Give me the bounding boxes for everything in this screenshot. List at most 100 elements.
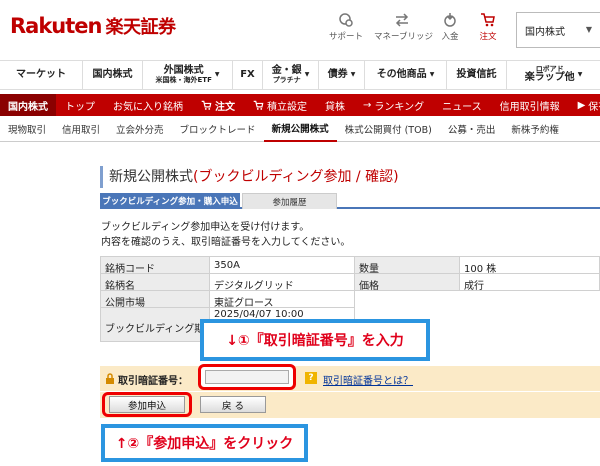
sub-nav-off-auction[interactable]: 立会外分売 [108,117,172,142]
red-nav-order[interactable]: 注文 [192,94,244,116]
main-nav-sublabel: プラチナ [272,75,301,84]
sub-nav-public-offering[interactable]: 公募・売出 [440,117,504,142]
callout-step1: ↓①『取引暗証番号』を入力 [200,319,430,361]
label-bookbuilding-period: ブックビルディング期間 [100,307,210,342]
rakuten-logo[interactable]: Rakuten 楽天証券 [10,13,176,39]
main-nav-bonds[interactable]: 債券 ▼ [319,61,365,89]
value-name: デジタルグリッド [209,273,355,291]
main-nav-foreign-stock[interactable]: 外国株式 米国株・海外ETF ▼ [143,61,233,89]
pin-input-highlight [198,364,296,390]
arrow-right-icon: → [363,99,372,111]
red-nav-ranking-label: ランキング [374,101,425,113]
cart-icon [201,100,212,110]
page-title-main: 新規公開株式 [109,169,193,185]
main-nav-gold[interactable]: 金・銀 プラチナ ▼ [263,61,319,89]
site-header: Rakuten 楽天証券 サポート マネーブリッジ 入金 注文 国内株式 ▼ [0,0,600,58]
red-nav-lending[interactable]: 貸株 [316,94,354,116]
main-nav-mutual-funds[interactable]: 投資信託 [447,61,507,89]
label-quantity: 数量 [354,256,460,274]
main-nav-label: 外国株式 [163,65,204,77]
ipo-tabs: ブックビルディング参加・購入申込 参加履歴 [100,193,600,209]
label-price: 価格 [354,273,460,291]
page-title: 新規公開株式(ブックビルディング参加 / 確認) [100,166,399,188]
submit-button[interactable]: 参加申込 [109,396,185,413]
main-nav-label: 国内株式 [92,68,133,80]
main-nav-label: 楽ラップ他 [524,72,575,84]
logo-text-ja: 楽天証券 [105,17,177,38]
money-bridge-icon [395,13,409,27]
main-nav-roboad[interactable]: ロボアド 楽ラップ他 ▼ [507,61,600,89]
sub-nav-cash[interactable]: 現物取引 [0,117,54,142]
main-nav-market[interactable]: マーケット [0,61,83,89]
tab-bookbuilding-apply[interactable]: ブックビルディング参加・購入申込 [100,193,240,209]
instruction-line-1: ブックビルディング参加申込を受け付けます。 [101,222,310,233]
sub-nav-tob[interactable]: 株式公開買付 (TOB) [337,117,440,142]
red-nav-domestic-stock[interactable]: 国内株式 [0,94,56,116]
logo-text-en: Rakuten [10,14,102,38]
value-code: 350A [209,256,355,274]
dropdown-arrow-icon: ▼ [429,70,435,78]
main-nav-domestic-stock[interactable]: 国内株式 [83,61,143,89]
submit-button-highlight: 参加申込 [102,392,192,417]
support-icon [339,13,353,27]
pin-help-link[interactable]: 取引暗証番号とは？ [323,372,413,387]
dropdown-arrow-icon: ▼ [577,70,583,78]
pin-row: 取引暗証番号： ? 取引暗証番号とは？ [100,364,600,391]
sub-nav-warrants[interactable]: 新株予約権 [503,117,567,142]
market-select[interactable]: 国内株式 ▼ [516,12,600,48]
instruction-line-2: 内容を確認のうえ、取引暗証番号を入力してください。 [101,237,351,248]
back-button[interactable]: 戻 る [200,396,266,413]
support-label: サポート [328,32,363,42]
main-nav-label: FX [240,68,255,80]
support-link[interactable]: サポート [318,12,374,42]
order-link[interactable]: 注文 [460,12,516,42]
instruction-message: ブックビルディング参加申込を受け付けます。 内容を確認のうえ、取引暗証番号を入力… [101,220,350,250]
main-nav-label: 債券 [327,68,348,80]
label-name: 銘柄名 [100,273,210,291]
main-nav-sublabel: 米国株・海外ETF [155,75,212,84]
tab-history[interactable]: 参加履歴 [242,193,337,209]
sub-nav-block-trade[interactable]: ブロックトレード [172,117,264,142]
red-nav-ranking[interactable]: → ランキング [354,94,433,116]
order-label: 注文 [479,32,497,42]
dropdown-arrow-icon: ▼ [304,70,310,78]
red-nav-holdings-label: 保有商 [588,101,600,113]
button-row: 参加申込 戻 る [100,392,600,418]
label-code: 銘柄コード [100,256,210,274]
value-quantity: 100 株 [459,256,600,274]
main-nav-label: 投資信託 [456,68,497,80]
cart-icon [481,13,495,27]
main-nav: マーケット 国内株式 外国株式 米国株・海外ETF ▼ FX 金・銀 プラチナ ▼ … [0,60,600,90]
sub-nav-margin[interactable]: 信用取引 [54,117,108,142]
chevron-down-icon: ▼ [585,25,592,34]
pin-input[interactable] [205,370,289,384]
deposit-icon [444,13,456,27]
red-nav-top[interactable]: トップ [56,94,104,116]
lock-icon [106,373,114,384]
value-market: 東証グロース [209,290,355,308]
main-nav-label: 金・銀 [271,65,302,77]
main-nav-label: その他商品 [376,68,427,80]
trade-type-nav: 現物取引 信用取引 立会外分売 ブロックトレード 新規公開株式 株式公開買付 (… [0,117,600,142]
red-nav-savings[interactable]: 積立設定 [244,94,316,116]
red-nav-margin-info[interactable]: 信用取引情報 [491,94,569,116]
dropdown-arrow-icon: ▼ [214,70,220,78]
main-nav-fx[interactable]: FX [233,61,263,89]
pin-label: 取引暗証番号： [118,376,188,387]
red-nav-order-label: 注文 [215,101,235,113]
callout-step2: ↑②『参加申込』をクリック [101,424,308,462]
red-nav-favorites[interactable]: お気に入り銘柄 [104,94,192,116]
dropdown-arrow-icon: ▼ [350,70,356,78]
label-market: 公開市場 [100,290,210,308]
red-nav-savings-label: 積立設定 [267,101,307,113]
main-nav-other-products[interactable]: その他商品 ▼ [365,61,447,89]
sub-nav-ipo[interactable]: 新規公開株式 [263,117,337,142]
domestic-stock-nav: 国内株式 トップ お気に入り銘柄 注文 積立設定 貸株 → ランキング ニュース… [0,94,600,116]
chevron-right-icon: ▶ [577,99,586,111]
value-price: 成行 [459,273,600,291]
market-select-value: 国内株式 [525,27,565,38]
red-nav-holdings[interactable]: ▶ 保有商 [569,94,600,116]
help-icon: ? [305,372,317,384]
red-nav-news[interactable]: ニュース [433,94,491,116]
cart-icon [253,100,264,110]
